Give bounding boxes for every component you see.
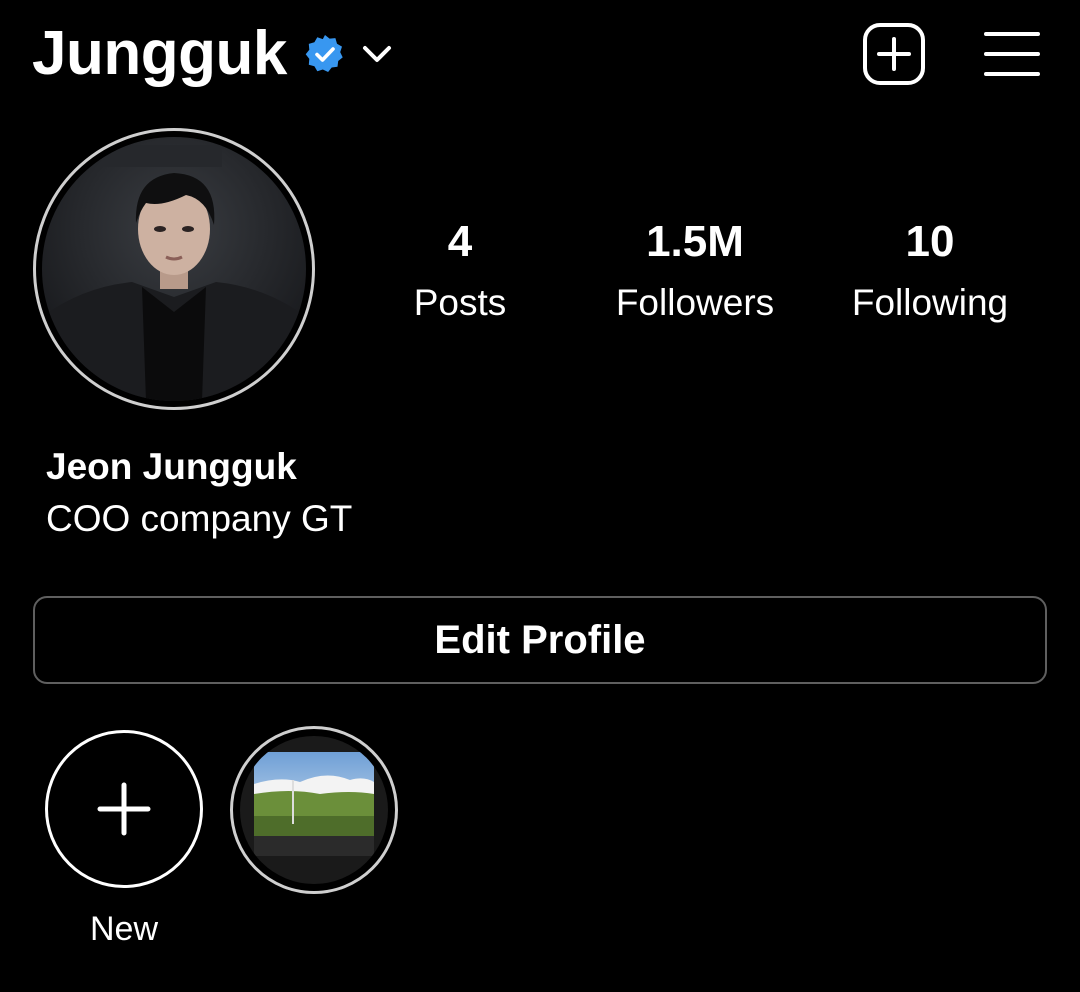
followers-stat[interactable]: 1.5M Followers bbox=[595, 217, 795, 323]
edit-profile-button[interactable]: Edit Profile bbox=[33, 596, 1047, 684]
profile-username[interactable]: Jungguk bbox=[32, 23, 287, 85]
profile-avatar[interactable] bbox=[33, 128, 315, 410]
followers-label: Followers bbox=[615, 282, 775, 323]
add-post-icon[interactable] bbox=[862, 22, 926, 86]
posts-stat[interactable]: 4 Posts bbox=[400, 217, 520, 323]
hamburger-menu-icon[interactable] bbox=[984, 29, 1040, 79]
profile-full-name: Jeon Jungguk bbox=[46, 446, 297, 487]
posts-label: Posts bbox=[413, 282, 507, 323]
following-count: 10 bbox=[905, 217, 955, 266]
plus-icon bbox=[97, 782, 151, 836]
followers-count: 1.5M bbox=[646, 217, 744, 266]
posts-count: 4 bbox=[447, 217, 473, 266]
following-stat[interactable]: 10 Following bbox=[830, 217, 1030, 323]
profile-header: Jungguk bbox=[32, 18, 1040, 90]
story-highlight[interactable] bbox=[230, 726, 398, 894]
profile-page: Jungguk 4 Posts 1.5M Followers 10 Follow… bbox=[0, 0, 1080, 992]
following-label: Following bbox=[851, 282, 1009, 323]
avatar-image bbox=[42, 137, 306, 401]
chevron-down-icon[interactable] bbox=[359, 36, 395, 72]
verified-badge-icon bbox=[305, 35, 343, 72]
header-actions bbox=[862, 22, 1040, 86]
highlight-cover-image bbox=[240, 736, 388, 884]
new-highlight-label: New bbox=[89, 910, 159, 948]
profile-bio: COO company GT bbox=[46, 498, 353, 539]
new-highlight-button[interactable] bbox=[45, 730, 203, 888]
